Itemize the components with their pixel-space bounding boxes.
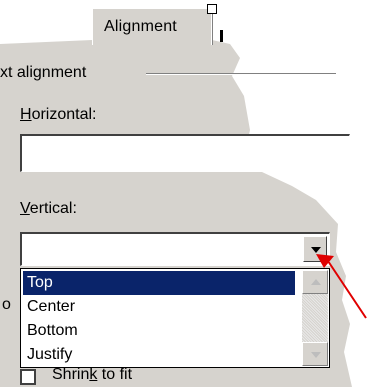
red-pointer-arrow-icon	[316, 254, 367, 319]
